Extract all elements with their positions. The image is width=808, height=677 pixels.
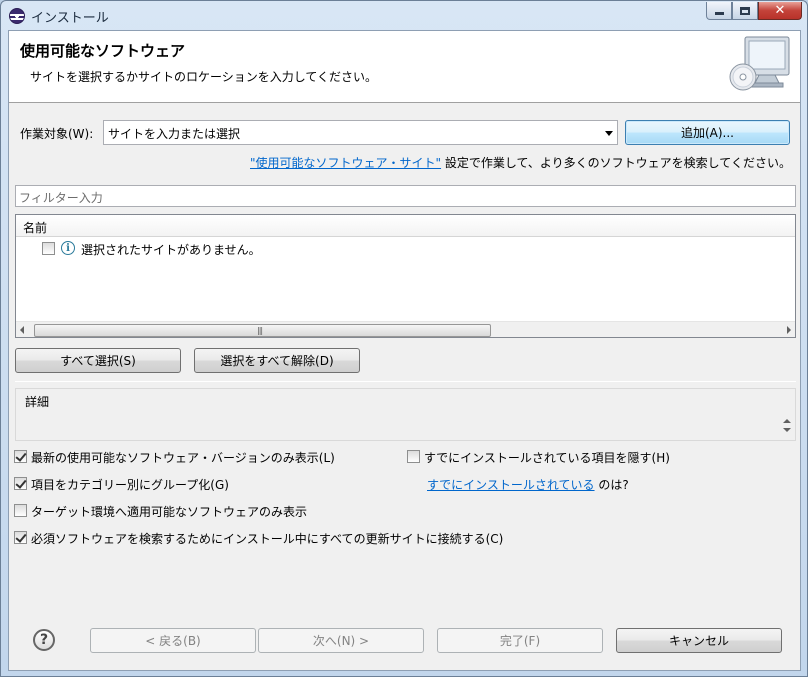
- group-by-category-label[interactable]: 項目をカテゴリー別にグループ化(G): [31, 476, 229, 493]
- show-latest-label[interactable]: 最新の使用可能なソフトウェア・バージョンのみ表示(L): [31, 449, 335, 466]
- available-sites-link[interactable]: "使用可能なソフトウェア・サイト": [250, 156, 441, 170]
- close-button[interactable]: ✕: [758, 2, 802, 20]
- dialog-client-area: 使用可能なソフトウェア サイトを選択するかサイトのロケーションを入力してください…: [8, 30, 801, 671]
- hide-installed-checkbox[interactable]: [407, 450, 420, 463]
- name-column-label: 名前: [23, 221, 48, 235]
- tree-item-checkbox[interactable]: [42, 242, 55, 255]
- details-label: 詳細: [25, 395, 50, 409]
- grip-icon: |||: [257, 326, 263, 335]
- title-bar[interactable]: インストール ✕: [1, 1, 807, 30]
- filter-input[interactable]: フィルター入力: [15, 185, 796, 207]
- work-with-combo[interactable]: サイトを入力または選択: [103, 120, 618, 145]
- back-button[interactable]: < 戻る(B): [90, 628, 256, 653]
- minimize-icon: [714, 12, 724, 15]
- minimize-button[interactable]: [706, 2, 732, 20]
- work-with-value: サイトを入力または選択: [108, 127, 241, 141]
- eclipse-app-icon: [9, 8, 25, 24]
- info-icon: i: [61, 241, 75, 255]
- available-sites-hint: "使用可能なソフトウェア・サイト" 設定で作業して、より多くのソフトウェアを検索…: [250, 154, 791, 171]
- target-env-checkbox[interactable]: [14, 504, 27, 517]
- wizard-banner: 使用可能なソフトウェア サイトを選択するかサイトのロケーションを入力してください…: [9, 31, 800, 103]
- window-controls: ✕: [706, 2, 802, 20]
- scroll-down-icon[interactable]: [783, 428, 791, 432]
- details-spinner[interactable]: [781, 419, 793, 437]
- deselect-all-button[interactable]: 選択をすべて解除(D): [194, 348, 360, 373]
- target-env-label[interactable]: ターゲット環境へ適用可能なソフトウェアのみ表示: [31, 503, 307, 520]
- contact-all-sites-checkbox[interactable]: [14, 531, 27, 544]
- tree-item-label: 選択されたサイトがありません。: [81, 243, 261, 257]
- select-all-button[interactable]: すべて選択(S): [15, 348, 181, 373]
- tree-column-header[interactable]: 名前: [16, 215, 795, 237]
- chevron-down-icon[interactable]: [605, 131, 613, 136]
- page-title: 使用可能なソフトウェア: [20, 42, 186, 60]
- horizontal-scrollbar[interactable]: |||: [16, 321, 795, 337]
- scroll-left-icon[interactable]: [20, 326, 24, 334]
- section-divider: [15, 381, 796, 382]
- maximize-icon: [740, 6, 750, 15]
- group-by-category-checkbox[interactable]: [14, 477, 27, 490]
- already-installed-link[interactable]: すでにインストールされている: [427, 478, 595, 492]
- already-installed-hint: すでにインストールされている のは?: [427, 476, 629, 493]
- scroll-right-icon[interactable]: [787, 326, 791, 334]
- already-installed-suffix: のは?: [594, 478, 629, 492]
- help-icon[interactable]: ?: [33, 629, 55, 651]
- monitor-cd-icon: [729, 36, 790, 91]
- hide-installed-label[interactable]: すでにインストールされている項目を隠す(H): [424, 449, 670, 466]
- finish-button[interactable]: 完了(F): [437, 628, 603, 653]
- add-site-button[interactable]: 追加(A)...: [625, 120, 790, 145]
- details-panel: 詳細: [15, 388, 796, 441]
- cancel-button[interactable]: キャンセル: [616, 628, 782, 653]
- next-button[interactable]: 次へ(N) >: [258, 628, 424, 653]
- software-tree[interactable]: 名前 i 選択されたサイトがありません。 |||: [15, 214, 796, 338]
- install-window: インストール ✕ 使用可能なソフトウェア サイトを選択するかサイトのロケーション…: [0, 0, 808, 677]
- close-icon: ✕: [774, 3, 786, 18]
- contact-all-sites-label[interactable]: 必須ソフトウェアを検索するためにインストール中にすべての更新サイトに接続する(C…: [31, 530, 503, 547]
- page-description: サイトを選択するかサイトのロケーションを入力してください。: [30, 70, 378, 84]
- scrollbar-thumb[interactable]: |||: [34, 324, 491, 337]
- scroll-up-icon[interactable]: [783, 419, 791, 423]
- available-sites-hint-text: 設定で作業して、より多くのソフトウェアを検索してください。: [441, 156, 791, 170]
- show-latest-checkbox[interactable]: [14, 450, 27, 463]
- maximize-button[interactable]: [732, 2, 758, 20]
- window-title: インストール: [31, 11, 109, 26]
- work-with-label: 作業対象(W):: [20, 127, 94, 141]
